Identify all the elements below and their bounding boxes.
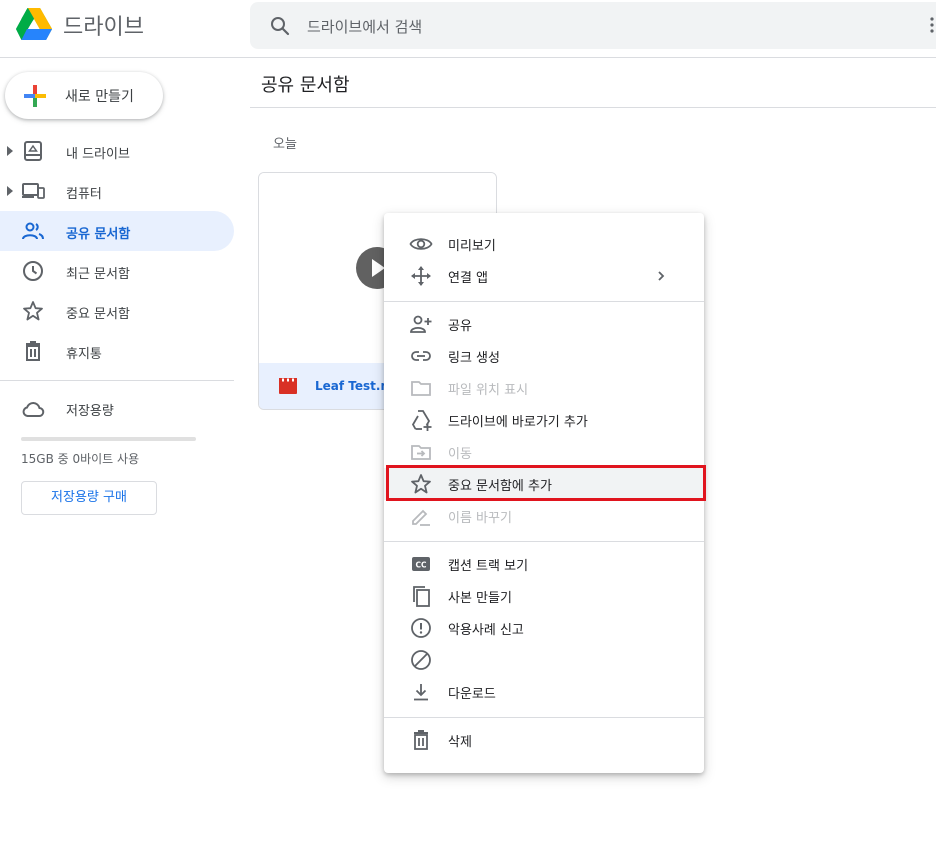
folder-move-icon — [411, 445, 431, 460]
block-icon — [411, 650, 431, 670]
sidebar-item-shared-with-me[interactable]: 공유 문서함 — [0, 211, 234, 251]
move-arrows-icon — [411, 266, 431, 286]
menu-item-make-copy[interactable]: 사본 만들기 — [384, 580, 704, 612]
file-name: Leaf Test.m — [315, 379, 393, 393]
menu-item-add-shortcut[interactable]: 드라이브에 바로가기 추가 — [384, 404, 704, 436]
section-heading-today: 오늘 — [273, 137, 297, 152]
closed-caption-icon: CC — [412, 557, 430, 571]
menu-item-preview[interactable]: 미리보기 — [384, 228, 704, 260]
svg-text:CC: CC — [415, 561, 427, 570]
expand-caret-icon[interactable] — [6, 185, 14, 197]
menu-item-get-link[interactable]: 링크 생성 — [384, 340, 704, 372]
menu-item-view-caption-tracks[interactable]: CC 캡션 트랙 보기 — [384, 548, 704, 580]
my-drive-icon — [24, 141, 42, 161]
cloud-icon — [22, 402, 45, 417]
menu-item-label: 캡션 트랙 보기 — [448, 559, 529, 574]
menu-item-open-with[interactable]: 연결 앱 — [384, 260, 704, 292]
menu-item-rename: 이름 바꾸기 — [384, 500, 704, 532]
sidebar-item-label: 휴지통 — [66, 347, 102, 362]
copy-icon — [413, 586, 430, 607]
annotation-highlight-box — [386, 465, 706, 501]
storage-usage-text: 15GB 중 0바이트 사용 — [21, 452, 140, 466]
menu-item-report-abuse[interactable]: 악용사례 신고 — [384, 612, 704, 644]
report-icon — [411, 618, 431, 638]
menu-item-block[interactable] — [384, 644, 704, 676]
menu-item-label: 미리보기 — [448, 239, 496, 254]
menu-item-show-file-location: 파일 위치 표시 — [384, 372, 704, 404]
search-input[interactable]: 드라이브에서 검색 — [307, 16, 422, 37]
search-box[interactable]: 드라이브에서 검색 — [250, 2, 936, 49]
main-divider — [250, 107, 936, 108]
eye-icon — [409, 238, 433, 250]
drive-shortcut-icon — [411, 410, 432, 431]
sidebar-item-label: 내 드라이브 — [66, 147, 130, 162]
menu-item-label: 링크 생성 — [448, 351, 500, 366]
storage-label: 저장용량 — [66, 404, 114, 419]
sidebar-item-my-drive[interactable]: 내 드라이브 — [0, 131, 234, 171]
sidebar-item-label: 공유 문서함 — [66, 227, 131, 242]
pencil-icon — [412, 509, 430, 526]
video-file-icon — [279, 378, 297, 394]
app-title[interactable]: 드라이브 — [63, 9, 144, 41]
menu-item-label: 이름 바꾸기 — [448, 511, 512, 526]
clock-icon — [23, 261, 43, 281]
new-button-label: 새로 만들기 — [65, 89, 134, 105]
more-options-icon[interactable] — [930, 16, 934, 34]
menu-item-label: 드라이브에 바로가기 추가 — [448, 415, 588, 430]
sidebar-item-trash[interactable]: 휴지통 — [0, 331, 234, 371]
star-icon — [23, 301, 43, 321]
storage-progress-bar — [21, 437, 196, 441]
menu-item-label: 이동 — [448, 447, 472, 462]
menu-item-download[interactable]: 다운로드 — [384, 676, 704, 708]
buy-storage-button[interactable]: 저장용량 구매 — [21, 481, 157, 515]
menu-divider — [384, 301, 704, 302]
menu-item-label: 연결 앱 — [448, 271, 489, 286]
sidebar-item-label: 최근 문서함 — [66, 267, 130, 282]
sidebar-item-starred[interactable]: 중요 문서함 — [0, 291, 234, 331]
menu-divider — [384, 717, 704, 718]
sidebar-divider — [0, 380, 234, 381]
sidebar-item-label: 중요 문서함 — [66, 307, 130, 322]
download-icon — [414, 684, 428, 701]
menu-item-remove[interactable]: 삭제 — [384, 724, 704, 756]
trash-icon — [414, 730, 428, 750]
sidebar-item-label: 컴퓨터 — [66, 187, 102, 202]
menu-item-label: 사본 만들기 — [448, 591, 512, 606]
menu-item-label: 파일 위치 표시 — [448, 383, 529, 398]
top-bar: 드라이브 드라이브에서 검색 — [0, 0, 936, 58]
person-add-icon — [410, 315, 432, 333]
menu-item-share[interactable]: 공유 — [384, 308, 704, 340]
menu-divider — [384, 541, 704, 542]
link-icon — [411, 351, 431, 361]
chevron-right-icon — [658, 271, 665, 281]
menu-item-label: 악용사례 신고 — [448, 623, 524, 638]
new-button[interactable]: 새로 만들기 — [5, 72, 163, 119]
expand-caret-icon[interactable] — [6, 145, 14, 157]
trash-icon — [26, 341, 40, 361]
sidebar-item-computers[interactable]: 컴퓨터 — [0, 171, 234, 211]
menu-item-label: 다운로드 — [448, 687, 496, 702]
folder-icon — [411, 381, 431, 396]
menu-item-move: 이동 — [384, 436, 704, 468]
computer-icon — [22, 183, 45, 199]
menu-item-label: 공유 — [448, 319, 472, 334]
colored-plus-icon — [24, 85, 46, 107]
shared-people-icon — [22, 222, 44, 240]
google-drive-logo-icon[interactable] — [15, 7, 53, 43]
menu-item-label: 삭제 — [448, 735, 472, 750]
search-icon[interactable] — [268, 14, 292, 38]
sidebar-item-recent[interactable]: 최근 문서함 — [0, 251, 234, 291]
page-title: 공유 문서함 — [261, 75, 350, 96]
